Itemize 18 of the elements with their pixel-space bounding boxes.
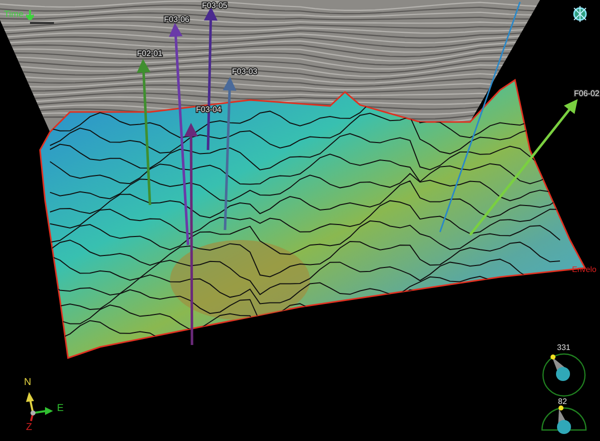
snowflake-icon[interactable] bbox=[573, 6, 587, 22]
well-label: F03-03 bbox=[232, 67, 258, 76]
azimuth-reading: 331 bbox=[557, 344, 570, 352]
east-label: E bbox=[57, 404, 64, 414]
azimuth-dial-drawing bbox=[542, 353, 586, 397]
scale-bar bbox=[30, 22, 54, 24]
well-label: F03-06 bbox=[164, 15, 190, 24]
well-label: F03-05 bbox=[202, 1, 228, 10]
well-label: F06-02 bbox=[574, 89, 600, 98]
dip-dial-drawing bbox=[541, 406, 587, 434]
dip-reading: 82 bbox=[558, 398, 567, 406]
axis-arrows-drawing bbox=[26, 392, 53, 422]
depth-label: Z bbox=[26, 423, 32, 433]
north-label: N bbox=[24, 378, 32, 388]
arrow-down-icon[interactable] bbox=[26, 10, 34, 20]
well-label: F02-01 bbox=[137, 49, 162, 58]
domain-label: Time bbox=[4, 8, 24, 21]
horizon-label: Envelo bbox=[572, 265, 596, 274]
